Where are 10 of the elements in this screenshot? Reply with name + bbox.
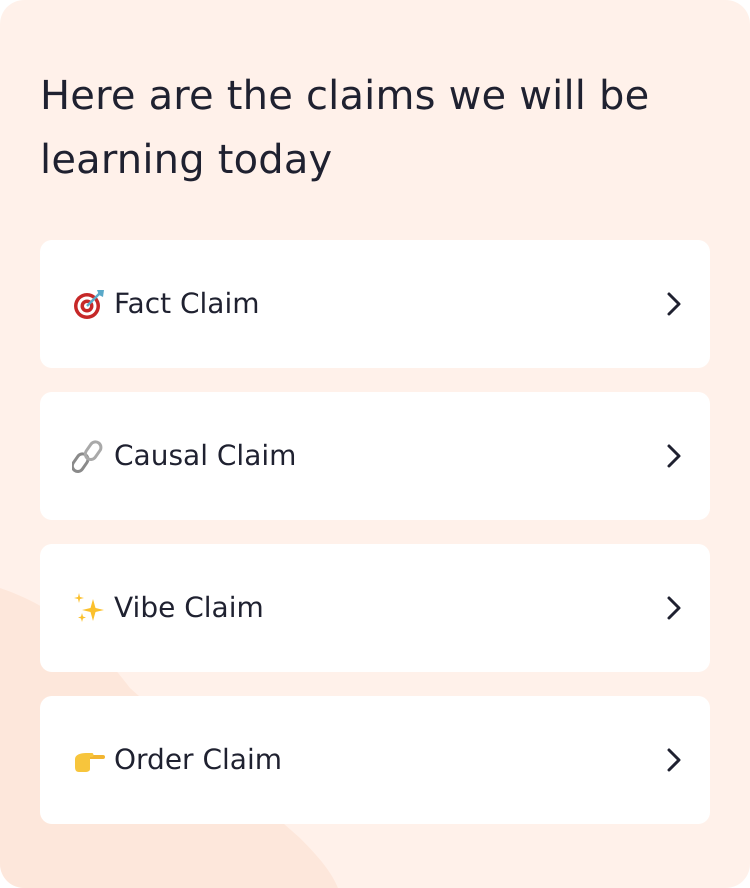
target-icon (72, 287, 106, 321)
heading: Here are the claims we will be learning today (40, 72, 650, 185)
claim-item[interactable]: Causal Claim (40, 392, 710, 520)
chevron-right-icon (666, 443, 682, 469)
chevron-right-icon (666, 747, 682, 773)
claim-item[interactable]: Vibe Claim (40, 544, 710, 672)
claim-item[interactable]: Fact Claim (40, 240, 710, 368)
chevron-right-icon (666, 291, 682, 317)
claim-item[interactable]: Order Claim (40, 696, 710, 824)
chevron-right-icon (666, 595, 682, 621)
